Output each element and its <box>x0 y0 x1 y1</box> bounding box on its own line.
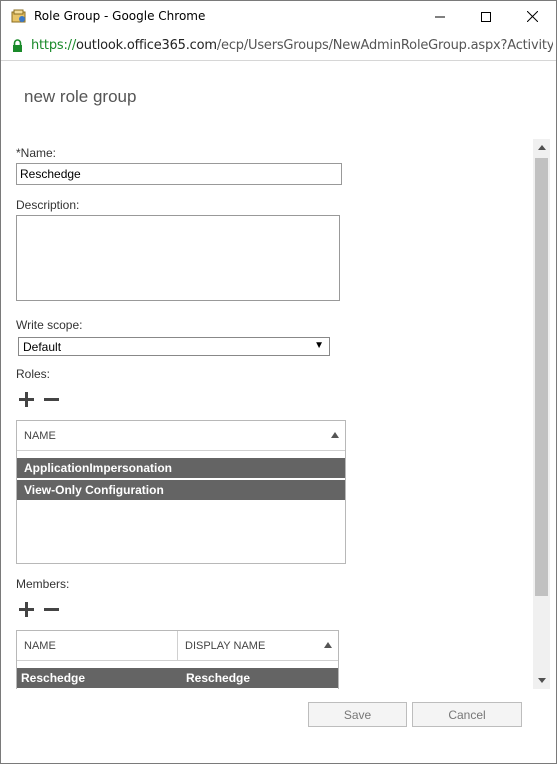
write-scope-value: Default <box>23 340 62 354</box>
description-label: Description: <box>16 198 80 212</box>
minimize-icon <box>435 16 445 17</box>
scroll-down-arrow-icon <box>537 678 546 683</box>
members-table: NAME DISPLAY NAME Reschedge Reschedge <box>16 630 339 689</box>
lock-icon <box>12 39 23 55</box>
role-group-app-icon <box>11 9 27 24</box>
name-input[interactable]: Reschedge <box>16 163 342 185</box>
url-protocol: https:// <box>31 38 76 53</box>
add-member-button[interactable] <box>17 600 35 618</box>
browser-popup-window: Role Group - Google Chrome https://outlo… <box>0 0 557 764</box>
write-scope-select[interactable]: Default ▼ <box>18 337 330 356</box>
scroll-thumb[interactable] <box>535 158 548 596</box>
roles-label: Roles: <box>16 367 51 381</box>
close-button[interactable] <box>509 1 555 32</box>
members-table-header: NAME DISPLAY NAME <box>17 631 338 661</box>
scroll-down-button[interactable] <box>533 672 550 689</box>
maximize-button[interactable] <box>463 1 509 32</box>
plus-icon <box>18 391 34 407</box>
dropdown-arrow-icon: ▼ <box>314 340 324 351</box>
minimize-button[interactable] <box>417 1 463 32</box>
roles-name-column-header[interactable]: NAME <box>17 421 345 451</box>
address-bar[interactable]: https://outlook.office365.com/ecp/UsersG… <box>1 32 556 61</box>
sort-ascending-icon <box>331 432 339 438</box>
role-name-cell: View-Only Configuration <box>24 483 164 497</box>
vertical-scrollbar[interactable] <box>533 139 550 689</box>
minus-icon <box>43 397 59 401</box>
title-bar[interactable]: Role Group - Google Chrome <box>1 1 556 32</box>
member-display-name-cell: Reschedge <box>186 671 251 685</box>
remove-member-button[interactable] <box>42 600 60 618</box>
scroll-up-button[interactable] <box>533 139 550 156</box>
write-scope-label: Write scope: <box>16 318 83 332</box>
cancel-button[interactable]: Cancel <box>412 702 522 727</box>
description-textarea[interactable] <box>16 215 340 301</box>
members-display-name-column-header[interactable]: DISPLAY NAME <box>178 631 338 661</box>
table-row[interactable]: View-Only Configuration <box>17 480 345 501</box>
name-label: *Name: <box>16 146 57 160</box>
sort-ascending-icon <box>324 642 332 648</box>
minus-icon <box>43 607 59 611</box>
table-row[interactable]: Reschedge Reschedge <box>17 668 338 689</box>
members-name-column-header[interactable]: NAME <box>17 631 178 661</box>
close-icon <box>526 11 538 22</box>
remove-role-button[interactable] <box>42 390 60 408</box>
member-name-cell: Reschedge <box>21 671 86 685</box>
table-row[interactable]: ApplicationImpersonation <box>17 458 345 479</box>
roles-table: NAME ApplicationImpersonation View-Only … <box>16 420 346 564</box>
scroll-up-arrow-icon <box>537 145 546 150</box>
window-title: Role Group - Google Chrome <box>34 9 206 23</box>
role-name-cell: ApplicationImpersonation <box>24 461 173 475</box>
members-label: Members: <box>16 577 70 591</box>
add-role-button[interactable] <box>17 390 35 408</box>
url-text[interactable]: https://outlook.office365.com/ecp/UsersG… <box>31 38 553 53</box>
url-path: /ecp/UsersGroups/NewAdminRoleGroup.aspx?… <box>216 38 553 53</box>
plus-icon <box>18 601 34 617</box>
url-host: outlook.office365.com <box>76 38 217 53</box>
dialog-title: new role group <box>24 87 137 106</box>
save-button[interactable]: Save <box>308 702 407 727</box>
form-content: *Name: Reschedge Description: Write scop… <box>1 139 531 689</box>
roles-table-header: NAME <box>17 421 345 451</box>
maximize-icon <box>481 11 491 22</box>
